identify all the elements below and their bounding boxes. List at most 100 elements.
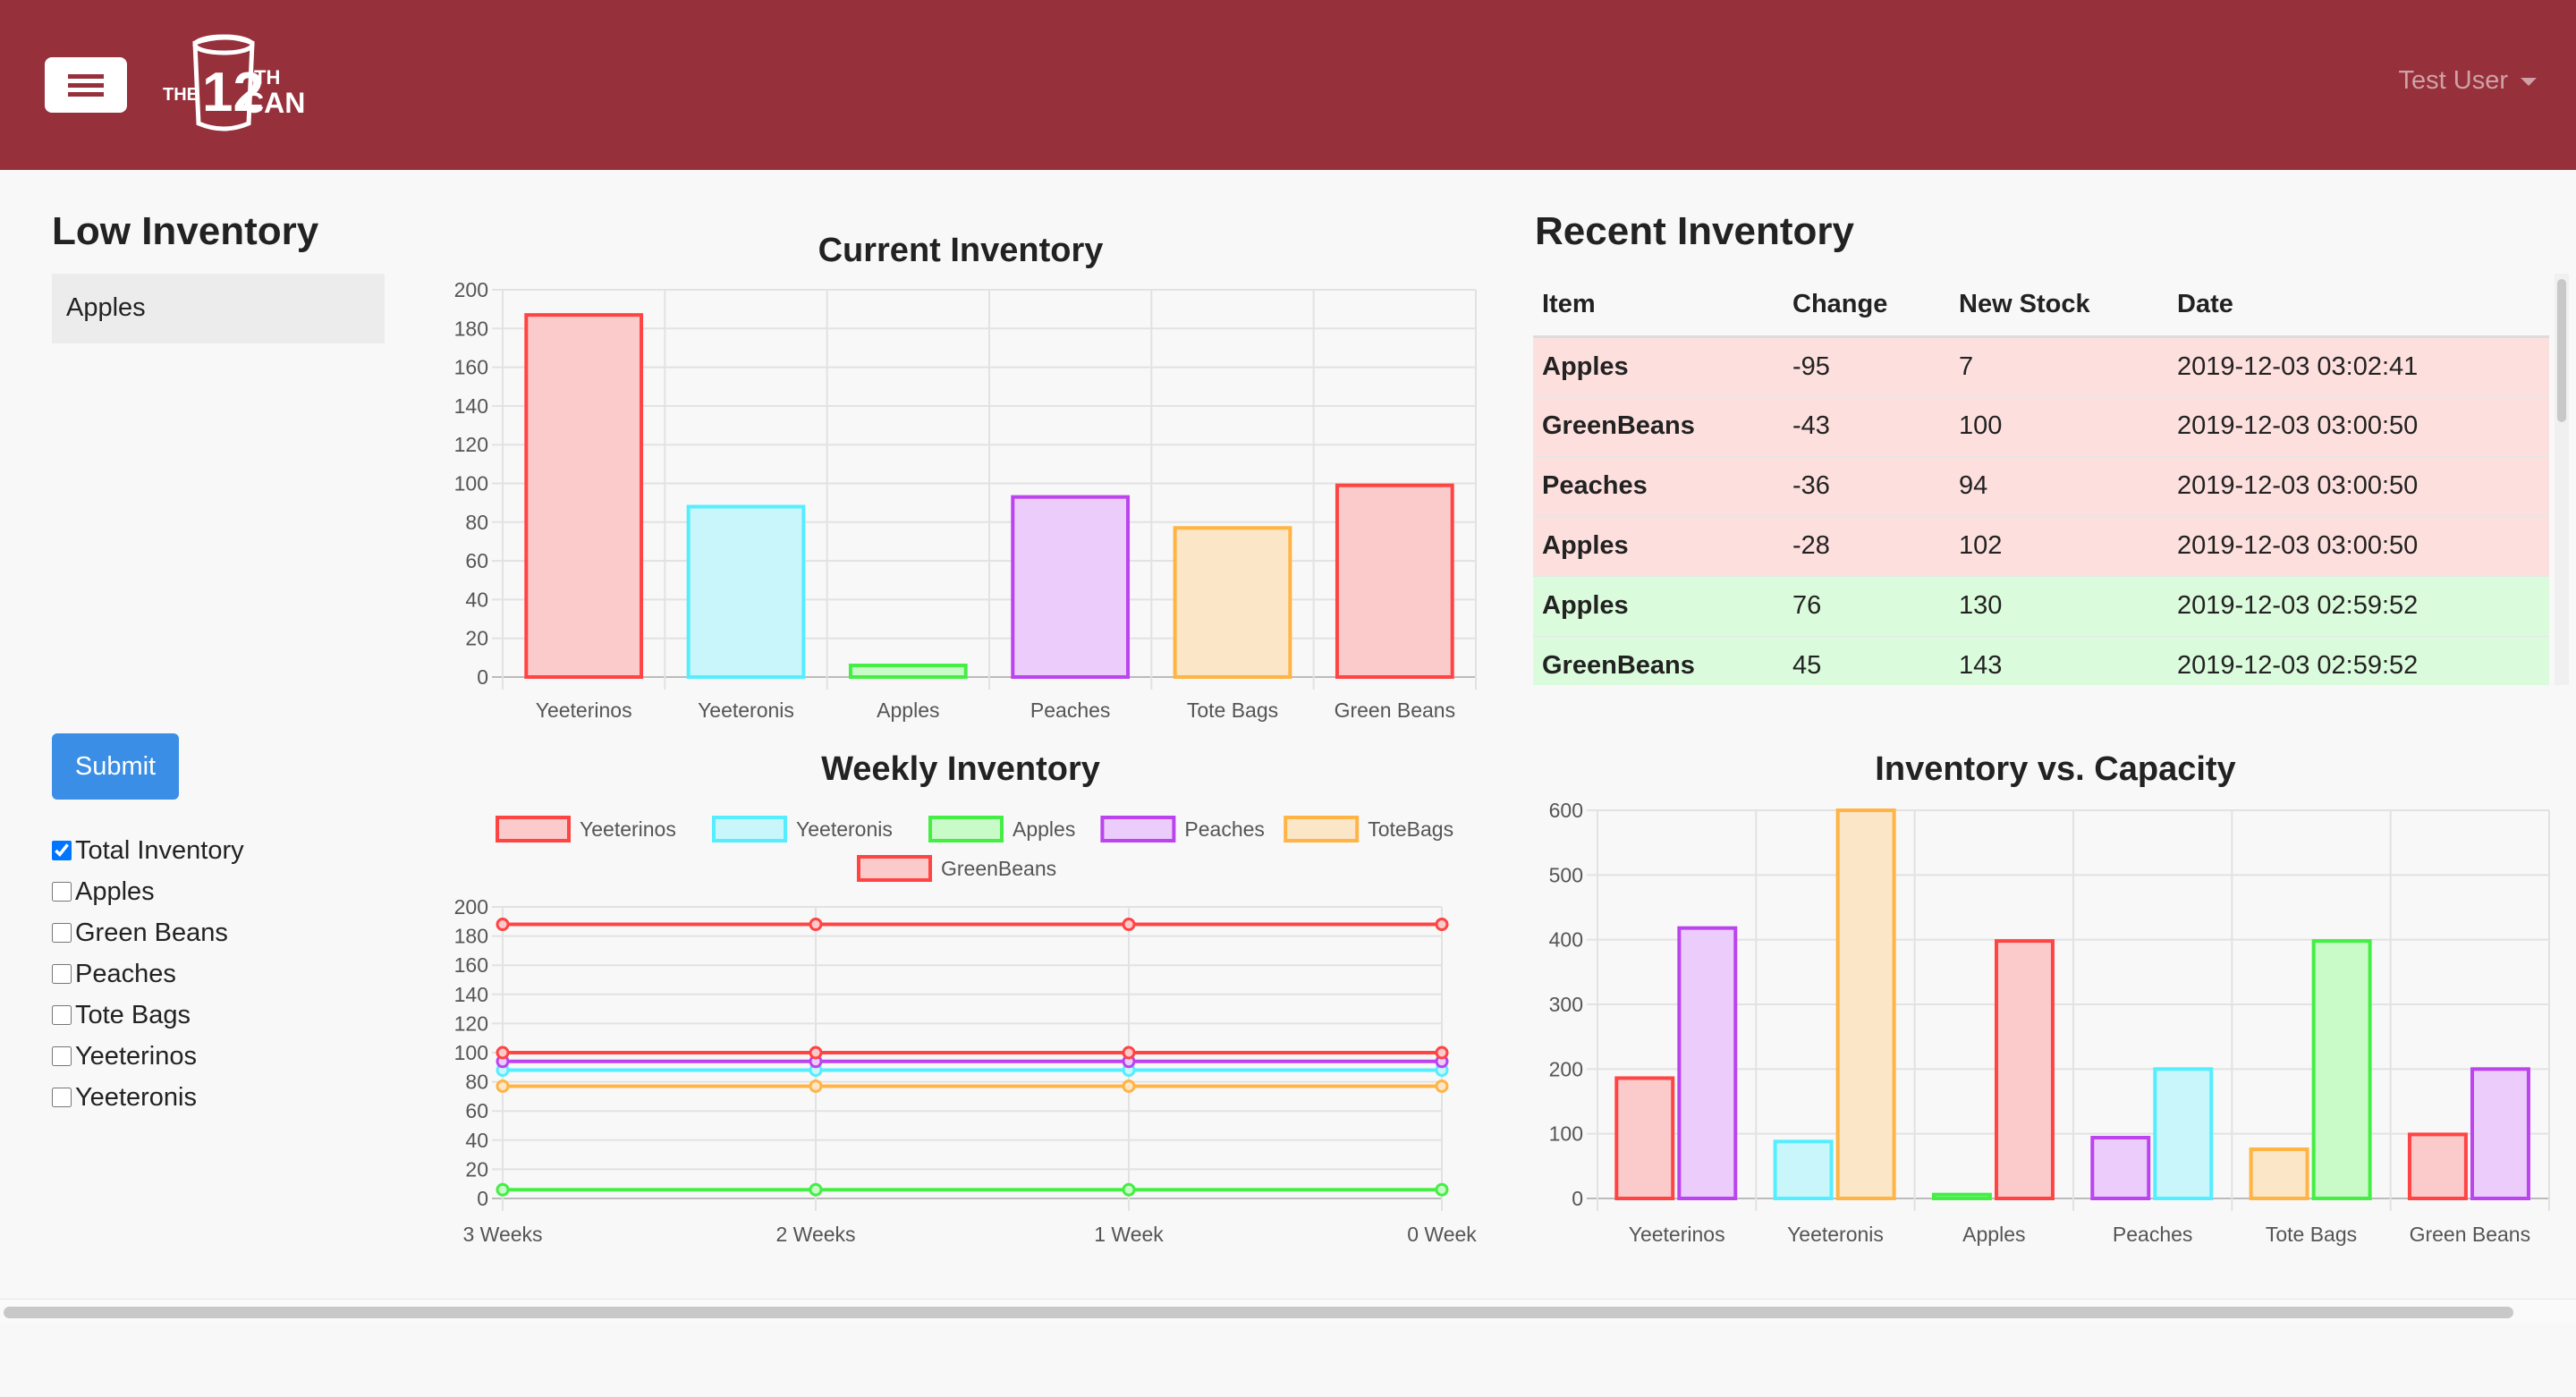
x-tick-label: 3 Weeks [462, 1223, 542, 1246]
column-header-change: Change [1784, 274, 1950, 338]
user-name: Test User [2398, 66, 2508, 95]
checkbox-input[interactable] [52, 1088, 72, 1107]
column-header-item: Item [1533, 274, 1784, 338]
y-tick-label: 40 [465, 1129, 488, 1152]
scrollbar-thumb[interactable] [2557, 279, 2566, 422]
legend-label: Yeeteronis [796, 817, 893, 841]
data-point [1122, 1079, 1136, 1093]
checkbox-input[interactable] [52, 841, 72, 860]
vertical-scrollbar[interactable] [2555, 274, 2569, 685]
y-tick-label: 200 [1549, 1057, 1583, 1080]
checkbox-input[interactable] [52, 1046, 72, 1066]
checkbox-tote-bags[interactable]: Tote Bags [52, 995, 244, 1036]
data-point [809, 1079, 823, 1093]
y-tick-label: 20 [465, 627, 488, 650]
cell-item: Apples [1533, 575, 1784, 636]
low-inventory-item[interactable]: Apples [66, 293, 370, 323]
cell-item: Peaches [1533, 455, 1784, 516]
column-header-date: Date [2168, 274, 2549, 338]
cell-change: 45 [1784, 635, 1950, 685]
y-tick-label: 160 [454, 953, 488, 977]
bar [1773, 1139, 1834, 1201]
x-tick-label: Peaches [2113, 1223, 2193, 1246]
cell-change: 76 [1784, 575, 1950, 636]
y-tick-label: 60 [465, 1099, 488, 1122]
y-tick-label: 120 [454, 1012, 488, 1035]
x-tick-label: Apples [877, 698, 939, 722]
bar [1677, 926, 1738, 1200]
horizontal-scrollbar[interactable] [0, 1299, 2576, 1324]
data-point [1435, 1046, 1449, 1060]
cell-date: 2019-12-03 03:00:50 [2168, 395, 2549, 456]
y-tick-label: 140 [454, 983, 488, 1006]
checkbox-apples[interactable]: Apples [52, 871, 244, 912]
y-tick-label: 0 [477, 665, 488, 689]
submit-button[interactable]: Submit [52, 733, 179, 800]
caret-down-icon [2521, 77, 2537, 86]
y-tick-label: 20 [465, 1157, 488, 1181]
checkbox-input[interactable] [52, 964, 72, 984]
checkbox-input[interactable] [52, 923, 72, 943]
checkbox-peaches[interactable]: Peaches [52, 953, 244, 995]
legend-label: Peaches [1184, 817, 1265, 841]
y-tick-label: 100 [1549, 1122, 1583, 1146]
data-point [1435, 1079, 1449, 1093]
cell-date: 2019-12-03 02:59:52 [2168, 575, 2549, 636]
x-tick-label: Yeeteronis [1787, 1223, 1884, 1246]
legend-swatch [928, 816, 1004, 842]
checkbox-input[interactable] [52, 882, 72, 902]
cell-item: GreenBeans [1533, 395, 1784, 456]
bar [524, 313, 644, 680]
cell-new-stock: 94 [1950, 455, 2168, 516]
data-point [809, 1046, 823, 1060]
recent-inventory-table-container[interactable]: Item Change New Stock Date Apples -95 7 201… [1533, 274, 2549, 685]
y-tick-label: 180 [454, 925, 488, 948]
low-inventory-title: Low Inventory [52, 209, 319, 253]
cell-date: 2019-12-03 03:00:50 [2168, 455, 2549, 516]
y-tick-label: 120 [454, 433, 488, 456]
x-tick-label: Tote Bags [2266, 1223, 2357, 1246]
legend-swatch [496, 816, 571, 842]
data-point [1435, 1182, 1449, 1197]
bar [1835, 809, 1896, 1200]
y-tick-label: 80 [465, 1071, 488, 1094]
bar [848, 664, 968, 680]
checkbox-input[interactable] [52, 1005, 72, 1025]
bar [2407, 1132, 2468, 1201]
bar [1011, 495, 1131, 679]
recent-inventory-rows: Apples -95 7 2019-12-03 03:02:41 GreenBeans -… [1533, 335, 2549, 685]
bar [1994, 939, 2055, 1200]
data-point [809, 1182, 823, 1197]
hamburger-icon [68, 74, 104, 97]
x-tick-label: 0 Week [1407, 1223, 1477, 1246]
y-tick-label: 200 [454, 278, 488, 301]
checkbox-yeeteronis[interactable]: Yeeteronis [52, 1077, 244, 1118]
cell-change: -95 [1784, 335, 1950, 396]
legend-swatch [857, 855, 932, 882]
legend-label: ToteBags [1368, 817, 1453, 841]
user-menu[interactable]: Test User [2399, 66, 2537, 96]
logo-the: THE [163, 85, 199, 105]
cell-item: GreenBeans [1533, 635, 1784, 685]
checkbox-green-beans[interactable]: Green Beans [52, 912, 244, 953]
table-row: GreenBeans 45 143 2019-12-03 02:59:52 [1533, 635, 2549, 685]
x-tick-label: 2 Weeks [775, 1223, 855, 1246]
legend-swatch [1284, 816, 1360, 842]
scrollbar-thumb[interactable] [4, 1307, 2513, 1318]
table-row: Apples -95 7 2019-12-03 03:02:41 [1533, 335, 2549, 396]
menu-toggle-button[interactable] [45, 57, 127, 113]
checkbox-total-inventory[interactable]: Total Inventory [52, 830, 244, 871]
recent-inventory-title: Recent Inventory [1535, 209, 1854, 253]
the-12th-can-logo[interactable]: 12 TH THE CAN [163, 34, 304, 134]
x-tick-label: 1 Week [1094, 1223, 1164, 1246]
x-tick-label: Yeeteronis [698, 698, 794, 722]
x-tick-label: Yeeterinos [1629, 1223, 1725, 1246]
data-point [496, 1079, 510, 1093]
table-row: Apples 76 130 2019-12-03 02:59:52 [1533, 575, 2549, 636]
x-tick-label: Apples [1962, 1223, 2025, 1246]
checkbox-yeeterinos[interactable]: Yeeterinos [52, 1036, 244, 1077]
legend-swatch [1100, 816, 1176, 842]
chart-title: Weekly Inventory [821, 750, 1100, 788]
cell-change: -28 [1784, 515, 1950, 576]
logo-can: CAN [243, 87, 304, 119]
